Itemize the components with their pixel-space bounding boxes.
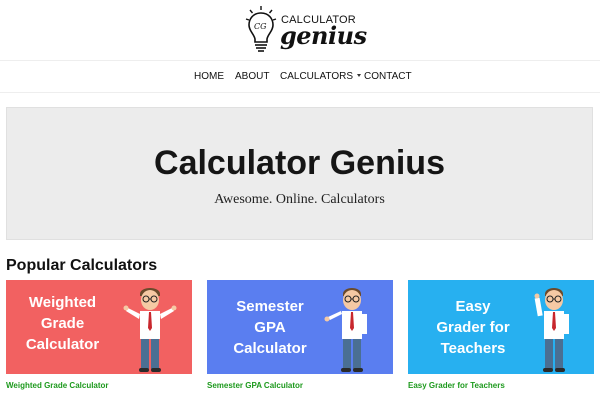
card-title-line: Grade bbox=[40, 315, 85, 332]
card-title-line: Easy bbox=[455, 298, 491, 315]
card-semester-gpa[interactable]: Semester GPA Calculator bbox=[207, 280, 393, 374]
nav-calculators[interactable]: CALCULATORS bbox=[280, 71, 361, 82]
card-easy-grader[interactable]: Easy Grader for Teachers bbox=[408, 280, 594, 374]
card-title-line: GPA bbox=[254, 319, 286, 336]
card-easy-grader-title: Easy Grader for Teachers bbox=[422, 296, 524, 359]
card-title-line: Weighted bbox=[28, 294, 97, 311]
chevron-down-icon bbox=[356, 74, 361, 77]
logo-text-bottom: genius bbox=[280, 21, 367, 50]
hero-subtitle: Awesome. Online. Calculators bbox=[214, 192, 385, 207]
card-weighted-grade[interactable]: Weighted Grade Calculator bbox=[6, 280, 192, 374]
nav-contact[interactable]: CONTACT bbox=[364, 71, 412, 82]
site-logo[interactable]: CG CALCULATOR genius bbox=[244, 4, 367, 54]
logo-monogram: CG bbox=[254, 22, 267, 31]
link-weighted-grade[interactable]: Weighted Grade Calculator bbox=[6, 381, 109, 390]
main-nav: HOME ABOUT CALCULATORS CONTACT bbox=[0, 60, 600, 93]
nav-calculators-label: CALCULATORS bbox=[280, 71, 353, 82]
cartoon-professor-illustration bbox=[534, 288, 569, 372]
cartoon-professor-illustration bbox=[324, 288, 367, 372]
hero-banner: Calculator Genius Awesome. Online. Calcu… bbox=[6, 107, 593, 240]
lightbulb-icon: CG bbox=[245, 6, 277, 52]
link-semester-gpa[interactable]: Semester GPA Calculator bbox=[207, 381, 303, 390]
nav-about[interactable]: ABOUT bbox=[235, 71, 269, 82]
card-title-line: Calculator bbox=[25, 336, 100, 353]
card-title-line: Grader for bbox=[436, 319, 510, 336]
link-easy-grader[interactable]: Easy Grader for Teachers bbox=[408, 381, 505, 390]
card-title-line: Teachers bbox=[440, 340, 506, 357]
cartoon-professor-illustration bbox=[123, 288, 177, 372]
card-weighted-grade-title: Weighted Grade Calculator bbox=[10, 292, 115, 355]
nav-home[interactable]: HOME bbox=[194, 71, 224, 82]
card-title-line: Semester bbox=[236, 298, 304, 315]
card-semester-gpa-title: Semester GPA Calculator bbox=[221, 296, 319, 359]
site-header: CG CALCULATOR genius bbox=[0, 0, 600, 60]
popular-heading: Popular Calculators bbox=[6, 257, 158, 274]
card-title-line: Calculator bbox=[233, 340, 307, 357]
hero-title: Calculator Genius bbox=[154, 144, 445, 182]
